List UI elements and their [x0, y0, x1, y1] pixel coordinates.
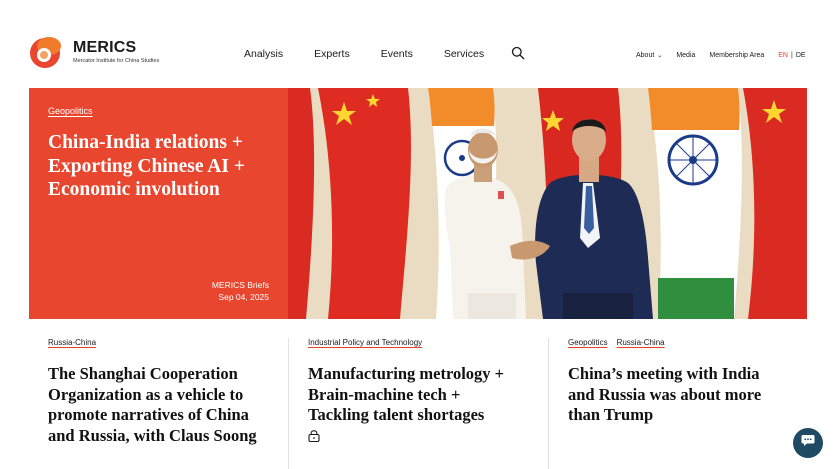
hero-tag[interactable]: Geopolitics — [48, 106, 93, 116]
hero-text-panel: Geopolitics China-India relations + Expo… — [29, 88, 288, 319]
nav-about[interactable]: About ⌄ — [636, 52, 662, 59]
logo-mark-icon — [28, 33, 66, 71]
article-tag[interactable]: Russia-China — [48, 338, 96, 347]
hero-photo[interactable] — [288, 88, 807, 319]
main-navigation: Analysis Experts Events Services — [244, 46, 525, 61]
merics-logo[interactable]: MERICS Mercator Institute for China Stud… — [28, 32, 178, 72]
language-de[interactable]: DE — [796, 52, 806, 59]
article-tags: Geopolitics Russia-China — [568, 338, 807, 347]
hero-title[interactable]: China-India relations + Exporting Chines… — [48, 131, 278, 202]
article-tag[interactable]: Industrial Policy and Technology — [308, 338, 422, 347]
secondary-navigation: About ⌄ Media Membership Area EN | DE — [636, 52, 806, 59]
logo-name: MERICS — [73, 39, 137, 56]
article-list: Russia-China The Shanghai Cooperation Or… — [29, 338, 807, 469]
hero-photo-illustration — [288, 88, 807, 319]
nav-experts[interactable]: Experts — [314, 48, 350, 60]
nav-about-label: About — [636, 52, 655, 59]
chat-icon — [801, 434, 815, 452]
article-card[interactable]: Geopolitics Russia-China China’s meeting… — [548, 338, 807, 469]
lock-icon — [308, 429, 320, 442]
article-title[interactable]: China’s meeting with India and Russia wa… — [568, 364, 778, 426]
nav-analysis[interactable]: Analysis — [244, 48, 283, 60]
language-en[interactable]: EN — [778, 52, 788, 59]
chevron-down-icon: ⌄ — [657, 53, 663, 59]
nav-events[interactable]: Events — [381, 48, 413, 60]
language-separator: | — [791, 52, 793, 59]
article-tags: Industrial Policy and Technology — [308, 338, 547, 347]
nav-services[interactable]: Services — [444, 48, 484, 60]
site-header: MERICS Mercator Institute for China Stud… — [0, 0, 835, 88]
article-title[interactable]: The Shanghai Cooperation Organization as… — [48, 364, 258, 446]
hero-meta: MERICS Briefs Sep 04, 2025 — [212, 279, 269, 303]
hero-date: Sep 04, 2025 — [218, 292, 269, 302]
nav-media[interactable]: Media — [676, 52, 695, 59]
hero-feature[interactable]: Geopolitics China-India relations + Expo… — [29, 88, 807, 319]
article-tag[interactable]: Russia-China — [617, 338, 665, 347]
article-tags: Russia-China — [48, 338, 287, 347]
article-card[interactable]: Russia-China The Shanghai Cooperation Or… — [29, 338, 287, 469]
nav-membership-area[interactable]: Membership Area — [709, 52, 764, 59]
article-tag[interactable]: Geopolitics — [568, 338, 608, 347]
search-icon[interactable] — [511, 46, 525, 60]
article-card[interactable]: Industrial Policy and Technology Manufac… — [288, 338, 547, 469]
article-title[interactable]: Manufacturing metrology + Brain-machine … — [308, 364, 518, 426]
chat-button[interactable] — [793, 428, 823, 458]
logo-subtitle: Mercator Institute for China Studies — [73, 58, 160, 64]
hero-series: MERICS Briefs — [211, 280, 269, 290]
